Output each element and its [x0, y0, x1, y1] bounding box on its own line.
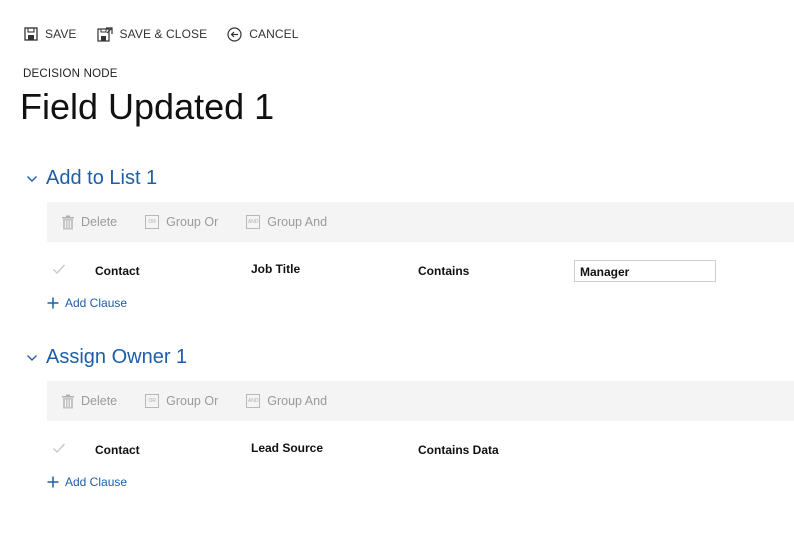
- operator-cell[interactable]: Contains Data: [418, 443, 499, 457]
- group-or-label: Group Or: [166, 215, 219, 229]
- plus-icon: [47, 297, 59, 309]
- node-type-label: DECISION NODE: [23, 68, 118, 80]
- trash-icon: [62, 215, 74, 229]
- add-clause-link[interactable]: Add Clause: [47, 475, 127, 489]
- group-and-icon: AND: [246, 394, 261, 408]
- delete-button[interactable]: Delete: [61, 394, 117, 409]
- group-or-button[interactable]: OR Group Or: [145, 215, 218, 229]
- group-and-label: Group And: [267, 394, 328, 408]
- save-button[interactable]: SAVE: [24, 27, 77, 41]
- group-and-label: Group And: [267, 215, 328, 229]
- group-or-button[interactable]: OR Group Or: [145, 394, 218, 408]
- group-or-label: Group Or: [166, 394, 219, 408]
- operator-cell[interactable]: Contains: [418, 264, 469, 278]
- cancel-label: CANCEL: [249, 27, 299, 41]
- field-cell[interactable]: Lead Source: [251, 441, 323, 455]
- delete-label: Delete: [81, 394, 118, 408]
- command-bar: SAVE SAVE & CLOSE CANCEL: [24, 24, 319, 44]
- condition-toolbar: Delete OR Group Or AND Group And: [47, 381, 794, 421]
- section-header-add-to-list[interactable]: Add to List 1: [26, 167, 157, 190]
- entity-cell[interactable]: Contact: [95, 443, 140, 457]
- delete-label: Delete: [81, 215, 118, 229]
- condition-row: Contact Lead Source Contains Data: [47, 434, 794, 464]
- save-close-button[interactable]: SAVE & CLOSE: [96, 26, 208, 42]
- group-or-icon: OR: [145, 215, 160, 229]
- save-close-label: SAVE & CLOSE: [119, 27, 208, 41]
- condition-toolbar: Delete OR Group Or AND Group And: [47, 202, 794, 242]
- group-and-button[interactable]: AND Group And: [246, 394, 327, 408]
- section-title: Add to List 1: [46, 167, 158, 189]
- plus-icon: [47, 476, 59, 488]
- page-title: Field Updated 1: [20, 86, 275, 127]
- entity-cell[interactable]: Contact: [95, 264, 140, 278]
- chevron-down-icon: [27, 175, 37, 182]
- value-field[interactable]: Manager: [574, 260, 716, 282]
- field-cell[interactable]: Job Title: [251, 262, 300, 276]
- checkmark-icon[interactable]: [52, 263, 66, 275]
- save-close-icon: [96, 27, 113, 42]
- group-and-icon: AND: [246, 215, 261, 229]
- cancel-icon: [227, 26, 242, 42]
- cancel-button[interactable]: CANCEL: [227, 26, 299, 42]
- chevron-down-icon: [27, 354, 37, 361]
- section-title: Assign Owner 1: [46, 346, 188, 368]
- condition-row: Contact Job Title Contains Manager: [47, 255, 794, 285]
- section-header-assign-owner[interactable]: Assign Owner 1: [26, 346, 187, 369]
- save-icon: [24, 27, 38, 41]
- add-clause-link[interactable]: Add Clause: [47, 296, 127, 310]
- add-clause-label: Add Clause: [65, 296, 128, 310]
- delete-button[interactable]: Delete: [61, 215, 117, 230]
- add-clause-label: Add Clause: [65, 475, 128, 489]
- trash-icon: [62, 394, 74, 408]
- group-and-button[interactable]: AND Group And: [246, 215, 327, 229]
- group-or-icon: OR: [145, 394, 160, 408]
- save-label: SAVE: [45, 27, 77, 41]
- checkmark-icon[interactable]: [52, 442, 66, 454]
